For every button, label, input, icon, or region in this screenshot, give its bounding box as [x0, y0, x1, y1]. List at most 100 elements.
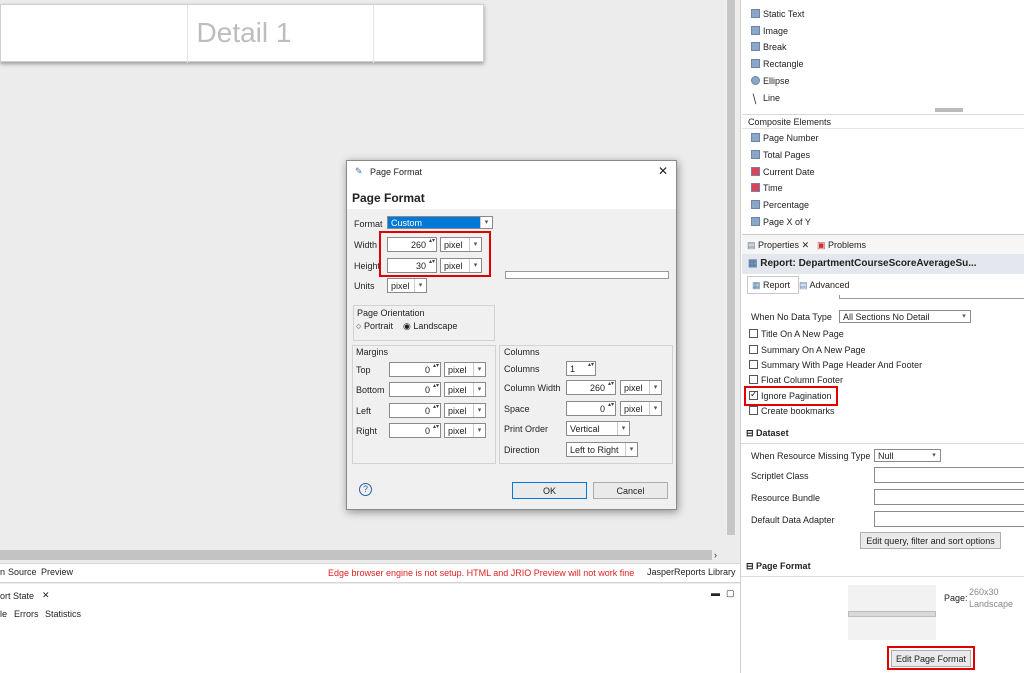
- units-label: Units: [354, 281, 375, 291]
- right-margin-spinner[interactable]: 0: [389, 423, 441, 438]
- highlight-edit-page-format: [887, 646, 975, 670]
- palette-rectangle[interactable]: Rectangle: [751, 59, 804, 69]
- palette-scroll-handle[interactable]: [935, 108, 963, 112]
- columns-spinner[interactable]: 1: [566, 361, 596, 376]
- direction-label: Direction: [504, 445, 540, 455]
- palette-image[interactable]: Image: [751, 26, 788, 36]
- percentage-icon: [751, 200, 760, 209]
- highlight-size: [379, 231, 491, 277]
- tab-properties[interactable]: ▤ Properties ✕: [747, 240, 809, 251]
- print-order-select[interactable]: Vertical ▾: [566, 421, 630, 436]
- check-float-column-footer[interactable]: Float Column Footer: [749, 375, 843, 385]
- right-panel: Static Text Image Break Rectangle Ellips…: [740, 0, 1024, 673]
- resource-missing-select[interactable]: Null ▾: [874, 449, 941, 462]
- palette-total-pages[interactable]: Total Pages: [751, 150, 810, 160]
- bottom-margin-unit[interactable]: pixel ▾: [444, 382, 486, 397]
- data-adapter-input[interactable]: [874, 511, 1024, 527]
- units-select[interactable]: pixel ▾: [387, 278, 427, 293]
- tab-source[interactable]: Source: [8, 567, 37, 577]
- tab-preview[interactable]: Preview: [41, 567, 73, 577]
- orientation-group: Page Orientation ○ Portrait ◉ Landscape: [353, 305, 495, 341]
- column-width-label: Column Width: [504, 383, 561, 393]
- maximize-icon[interactable]: ▢: [726, 588, 735, 599]
- cancel-button[interactable]: Cancel: [593, 482, 668, 499]
- format-select[interactable]: Custom ▾: [387, 216, 493, 229]
- editor-horizontal-scrollbar[interactable]: [0, 550, 712, 560]
- palette-static-text[interactable]: Static Text: [751, 9, 804, 19]
- tab-advanced[interactable]: ▤ Advanced: [799, 280, 850, 291]
- report-title: ▦ Report: DepartmentCourseScoreAverageSu…: [742, 254, 1024, 274]
- page-x-of-y-icon: [751, 217, 760, 226]
- left-margin-unit[interactable]: pixel ▾: [444, 403, 486, 418]
- tab-report[interactable]: ▦ Report: [747, 276, 799, 294]
- field-edge: [839, 295, 1024, 299]
- scroll-right-icon[interactable]: ›: [714, 550, 717, 560]
- check-create-bookmarks[interactable]: Create bookmarks: [749, 406, 835, 416]
- dialog-heading: Page Format: [352, 191, 425, 205]
- editor-vertical-scrollbar[interactable]: [726, 0, 736, 535]
- when-no-data-select[interactable]: All Sections No Detail ▾: [839, 310, 971, 323]
- page-preview-bar: [505, 271, 669, 279]
- palette-page-number[interactable]: Page Number: [751, 133, 819, 143]
- close-icon[interactable]: ✕: [658, 164, 668, 178]
- column-width-unit[interactable]: pixel ▾: [620, 380, 662, 395]
- minimize-icon[interactable]: ▬: [711, 588, 720, 598]
- direction-select[interactable]: Left to Right ▾: [566, 442, 638, 457]
- landscape-radio[interactable]: ◉ Landscape: [403, 321, 457, 332]
- print-order-label: Print Order: [504, 424, 549, 434]
- check-summary-new-page[interactable]: Summary On A New Page: [749, 345, 866, 355]
- check-summary-header-footer[interactable]: Summary With Page Header And Footer: [749, 360, 922, 370]
- palette-line[interactable]: ╲ Line: [751, 93, 780, 104]
- editor-tabs: n Source Preview Edge browser engine is …: [0, 563, 740, 583]
- tab-statistics[interactable]: Statistics: [45, 609, 81, 619]
- tab-main[interactable]: n: [0, 567, 5, 577]
- page-number-icon: [751, 133, 760, 142]
- palette-ellipse[interactable]: Ellipse: [751, 76, 790, 86]
- left-margin-label: Left: [356, 406, 372, 416]
- dataset-header[interactable]: ⊟ Dataset: [746, 428, 789, 439]
- palette-page-x-of-y[interactable]: Page X of Y: [751, 217, 811, 227]
- portrait-radio[interactable]: ○ Portrait: [356, 321, 393, 331]
- tab-state[interactable]: le: [0, 609, 7, 619]
- palette-current-date[interactable]: Current Date: [751, 167, 815, 177]
- page-format-header[interactable]: ⊟ Page Format: [746, 561, 811, 572]
- right-margin-label: Right: [356, 426, 378, 436]
- edit-query-button[interactable]: Edit query, filter and sort options: [860, 532, 1001, 549]
- space-unit[interactable]: pixel ▾: [620, 401, 662, 416]
- top-margin-spinner[interactable]: 0: [389, 362, 441, 377]
- edge-warning: Edge browser engine is not setup. HTML a…: [328, 568, 635, 578]
- band-label: Detail 1: [196, 17, 292, 48]
- bottom-margin-spinner[interactable]: 0: [389, 382, 441, 397]
- composite-elements-header[interactable]: Composite Elements: [742, 114, 1024, 129]
- left-margin-spinner[interactable]: 0: [389, 403, 441, 418]
- palette-percentage[interactable]: Percentage: [751, 200, 809, 210]
- resource-bundle-input[interactable]: [874, 489, 1024, 505]
- scriptlet-class-input[interactable]: [874, 467, 1024, 483]
- top-margin-unit[interactable]: pixel ▾: [444, 362, 486, 377]
- close-icon[interactable]: ✕: [42, 590, 50, 601]
- column-width-spinner[interactable]: 260: [566, 380, 616, 395]
- check-title-new-page[interactable]: Title On A New Page: [749, 329, 844, 339]
- page-preview: [848, 585, 936, 640]
- help-icon[interactable]: ?: [359, 483, 372, 496]
- properties-tabbar: ▤ Properties ✕ ▣ Problems: [742, 234, 1024, 254]
- line-icon: ╲: [751, 94, 757, 104]
- columns-group-label: Columns: [504, 347, 540, 357]
- ellipse-icon: [751, 76, 760, 85]
- page-orientation-value: Landscape: [969, 599, 1014, 609]
- palette-time[interactable]: Time: [751, 183, 783, 193]
- palette-break[interactable]: Break: [751, 42, 787, 52]
- highlight-ignore-pagination: [744, 386, 838, 406]
- scriptlet-class-label: Scriptlet Class: [751, 471, 809, 481]
- space-spinner[interactable]: 0: [566, 401, 616, 416]
- break-icon: [751, 42, 760, 51]
- right-margin-unit[interactable]: pixel ▾: [444, 423, 486, 438]
- dialog-titlebar: ✎ Page Format ✕: [347, 161, 676, 183]
- ok-button[interactable]: OK: [512, 482, 587, 499]
- detail-band[interactable]: Detail 1: [0, 4, 484, 63]
- tab-problems[interactable]: ▣ Problems: [817, 240, 866, 251]
- tab-errors[interactable]: Errors: [14, 609, 39, 619]
- image-icon: [751, 26, 760, 35]
- library-label: JasperReports Library: [647, 567, 736, 577]
- dialog-title: Page Format: [370, 167, 423, 177]
